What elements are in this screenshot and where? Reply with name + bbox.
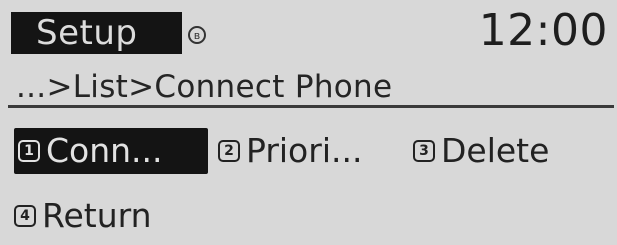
menu-item-label: Priori... — [246, 131, 363, 170]
number-2-icon: 2 — [218, 140, 240, 162]
screen-title: Setup — [11, 12, 182, 54]
clock: 12:00 — [478, 5, 608, 56]
breadcrumb: ...>List>Connect Phone — [16, 69, 393, 105]
divider — [8, 105, 614, 108]
infotainment-screen: Setup ʙ 12:00 ...>List>Connect Phone 1 C… — [0, 0, 617, 245]
menu-item-label: Return — [42, 196, 152, 235]
menu-item-label: Delete — [441, 131, 550, 170]
number-4-icon: 4 — [14, 205, 36, 227]
menu-item-delete[interactable]: 3 Delete — [413, 128, 549, 174]
header-bar: Setup ʙ 12:00 — [8, 6, 611, 56]
bluetooth-icon: ʙ — [188, 26, 206, 44]
menu-item-connect[interactable]: 1 Conn... — [14, 128, 208, 174]
number-1-icon: 1 — [18, 140, 40, 162]
menu-item-return[interactable]: 4 Return — [14, 193, 152, 239]
number-3-icon: 3 — [413, 140, 435, 162]
menu-item-priority[interactable]: 2 Priori... — [218, 128, 362, 174]
menu-item-label: Conn... — [46, 131, 163, 170]
